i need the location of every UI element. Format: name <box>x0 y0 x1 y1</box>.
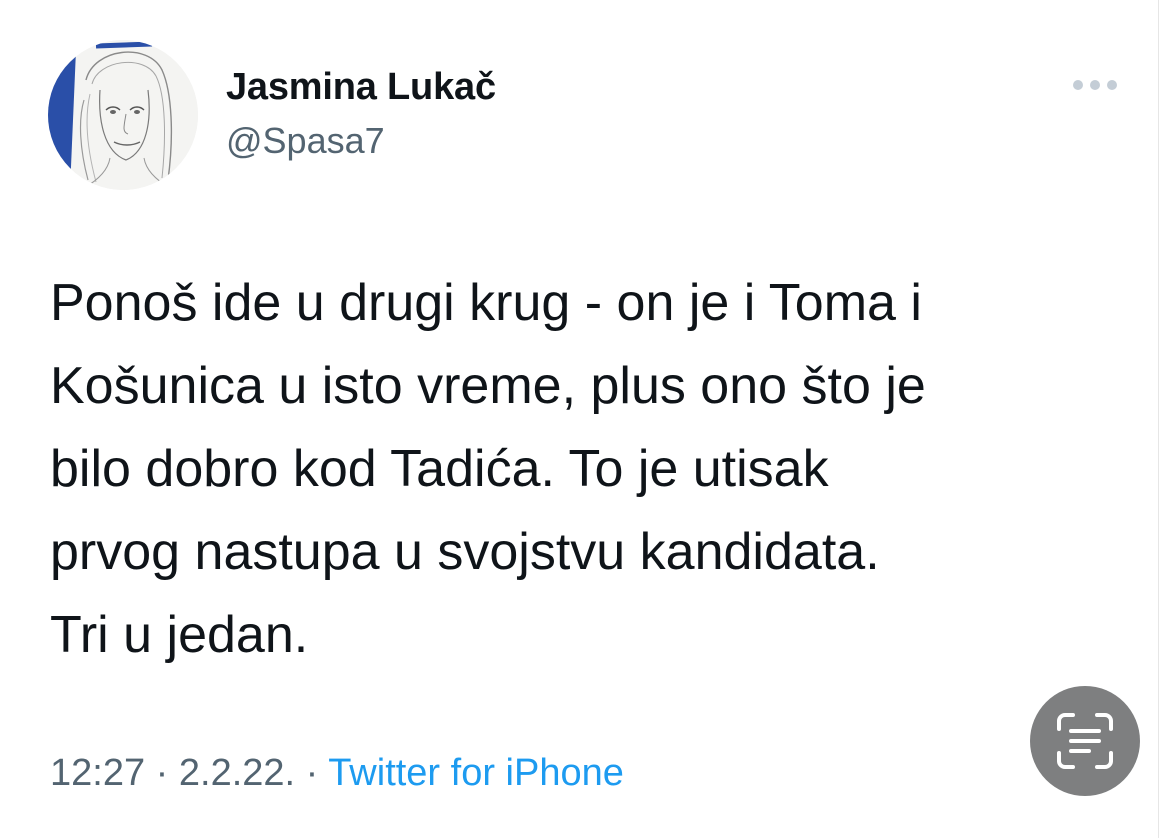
author-handle[interactable]: @Spasa7 <box>226 120 385 162</box>
tweet-source-link[interactable]: Twitter for iPhone <box>328 752 624 794</box>
portrait-sketch-icon <box>48 40 198 190</box>
tweet-text-line: Ponoš ide u drugi krug - on je i Toma i <box>50 274 922 332</box>
tweet-text-line: prvog nastupa u svojstvu kandidata. <box>50 523 880 581</box>
tweet-text-line: bilo dobro kod Tadića. To je utisak <box>50 440 829 498</box>
more-horizontal-icon-dot <box>1107 80 1117 90</box>
avatar[interactable] <box>48 40 198 190</box>
tweet-detail-view: Jasmina Lukač @Spasa7 Ponoš ide u drugi … <box>0 0 1170 838</box>
more-horizontal-icon-dot <box>1090 80 1100 90</box>
more-options-button[interactable] <box>1070 70 1120 100</box>
live-text-scan-icon <box>1057 713 1113 769</box>
tweet-date[interactable]: 2.2.22. <box>179 752 295 794</box>
scrollbar[interactable] <box>1158 0 1170 838</box>
more-horizontal-icon <box>1073 80 1083 90</box>
meta-separator: · <box>305 752 319 794</box>
tweet-text-line: Tri u jedan. <box>50 606 309 664</box>
tweet-text: Ponoš ide u drugi krug - on je i Toma i … <box>50 262 1140 677</box>
tweet-text-line: Košunica u isto vreme, plus ono što je <box>50 357 926 415</box>
tweet-metadata: 12:27 · 2.2.22. · Twitter for iPhone <box>50 752 624 795</box>
live-text-scan-button[interactable] <box>1030 686 1140 796</box>
author-display-name[interactable]: Jasmina Lukač <box>226 66 496 109</box>
tweet-time[interactable]: 12:27 <box>50 752 145 794</box>
meta-separator: · <box>155 752 169 794</box>
